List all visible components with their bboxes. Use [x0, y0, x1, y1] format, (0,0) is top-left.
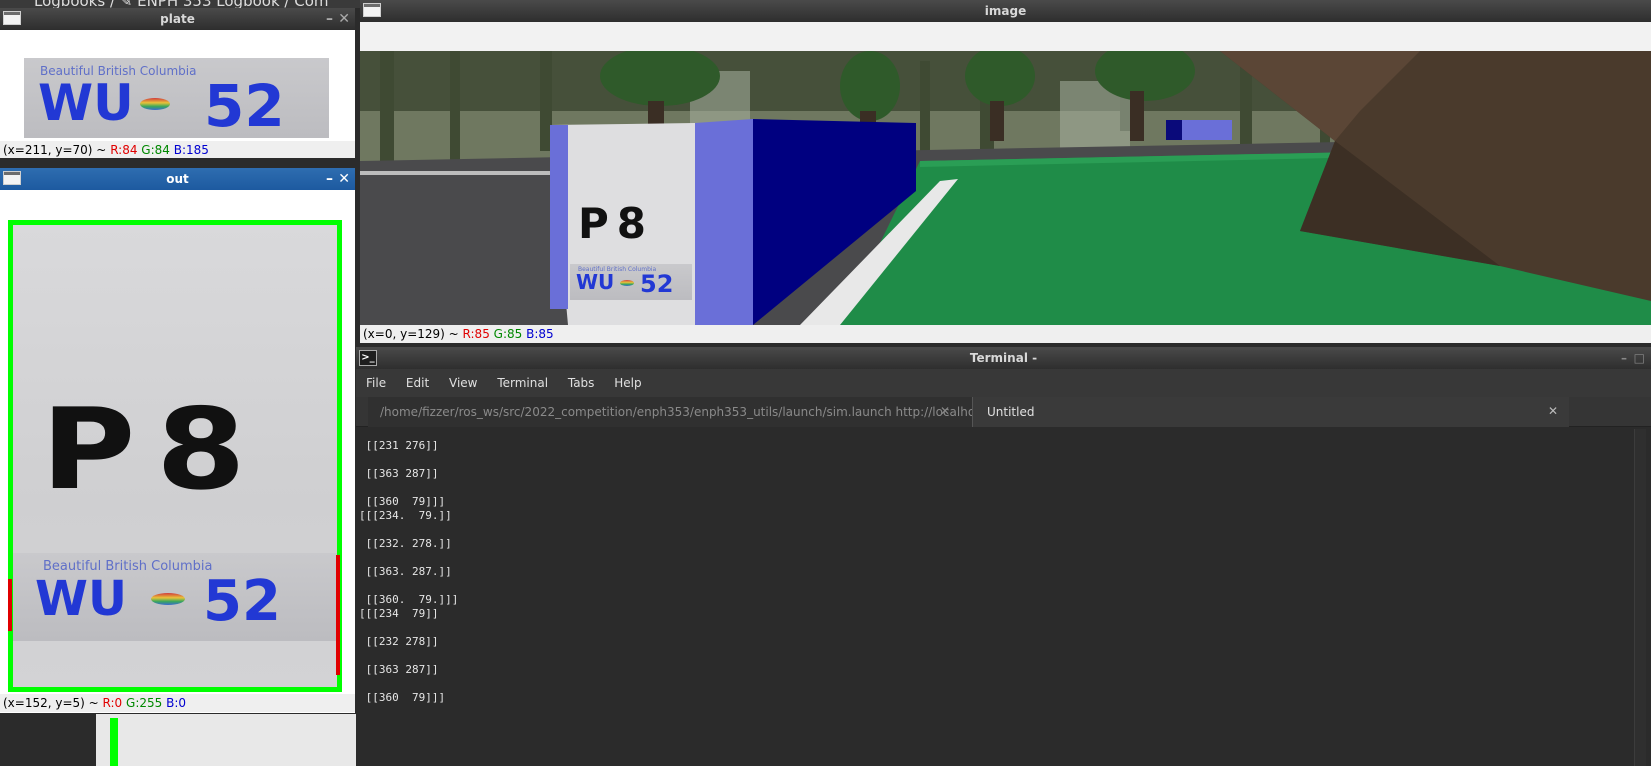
plate-rainbow-icon	[151, 593, 185, 605]
pixel-blue: B:185	[173, 143, 209, 157]
maximize-button[interactable]: □	[1634, 349, 1645, 367]
red-edge-left	[8, 579, 12, 631]
breadcrumb: Logbooks / ✎ ENPH 353 Logbook / Com	[34, 0, 329, 8]
pixel-red: R:0	[102, 696, 123, 710]
red-edge-right	[336, 555, 340, 675]
window-menu-icon[interactable]	[363, 3, 381, 17]
menu-file[interactable]: File	[366, 376, 386, 390]
terminal-tab-bar: /home/fizzer/ros_ws/src/2022_competition…	[356, 397, 1651, 427]
terminal-scrollbar[interactable]	[1634, 429, 1646, 766]
plate-right-text: 52	[203, 569, 281, 634]
pixel-green: G:85	[493, 327, 523, 341]
plate-rainbow-icon	[140, 98, 170, 110]
underlying-window-fragment	[96, 714, 356, 766]
terminal-title: Terminal -	[969, 351, 1038, 365]
terminal-window: >_ Terminal - – □ File Edit View Termina…	[356, 347, 1651, 766]
plate-window: plate – ✕ Beautiful British Columbia WU …	[0, 8, 355, 158]
plate-right-text: 52	[204, 72, 285, 140]
plate-status-bar: (x=211, y=70) ~ R:84 G:84 B:185	[0, 141, 355, 158]
tab-label: Untitled	[987, 405, 1035, 419]
terminal-line: [[231 276]]	[359, 439, 439, 452]
pixel-green: G:84	[141, 143, 170, 157]
image-window-title: image	[984, 4, 1027, 18]
plate-left-text: WU	[38, 74, 134, 132]
terminal-tab-untitled[interactable]: Untitled	[972, 397, 1569, 427]
pixel-blue: B:0	[166, 696, 187, 710]
image-toolbar	[360, 22, 1651, 51]
terminal-line: [[[234. 79.]]	[359, 509, 452, 522]
parking-slot-label: P8	[41, 385, 267, 515]
terminal-menubar: File Edit View Terminal Tabs Help	[356, 369, 1651, 397]
terminal-line: [[[234 79]]	[359, 607, 439, 620]
menu-view[interactable]: View	[449, 376, 477, 390]
pixel-coords: (x=211, y=70) ~	[3, 143, 107, 157]
menu-terminal[interactable]: Terminal	[497, 376, 548, 390]
tab-close-icon[interactable]: ✕	[940, 404, 950, 418]
image-window: image P8 Beautiful British Columbia WU 5…	[360, 0, 1651, 343]
terminal-titlebar[interactable]: >_ Terminal - – □	[356, 347, 1651, 369]
pixel-blue: B:85	[526, 327, 554, 341]
license-plate: Beautiful British Columbia WU 52	[24, 58, 329, 140]
menu-edit[interactable]: Edit	[406, 376, 429, 390]
terminal-tab-sim-launch[interactable]: /home/fizzer/ros_ws/src/2022_competition…	[368, 397, 972, 427]
plate-left-text: WU	[576, 270, 615, 294]
pixel-coords: (x=0, y=129) ~	[363, 327, 459, 341]
plate-right-text: 52	[640, 270, 674, 298]
scene-svg	[360, 51, 1651, 325]
plate-rainbow-icon	[620, 280, 634, 286]
pixel-green: G:255	[126, 696, 163, 710]
pixel-red: R:85	[462, 327, 490, 341]
minimize-button[interactable]: –	[326, 10, 333, 28]
terminal-icon[interactable]: >_	[359, 350, 377, 366]
license-plate: Beautiful British Columbia WU 52	[13, 553, 337, 641]
image-window-titlebar[interactable]: image	[360, 0, 1651, 22]
out-window-titlebar[interactable]: out – ✕	[0, 168, 355, 190]
terminal-line: [[360 79]]]	[359, 495, 446, 508]
background-browser-strip: Logbooks / ✎ ENPH 353 Logbook / Com	[0, 0, 360, 8]
tab-label: /home/fizzer/ros_ws/src/2022_competition…	[380, 405, 972, 419]
warped-plate-image: P8 Beautiful British Columbia WU 52	[8, 220, 342, 692]
terminal-line: [[363 287]]	[359, 663, 439, 676]
window-menu-icon[interactable]	[3, 11, 21, 25]
minimize-button[interactable]: –	[326, 170, 333, 188]
plate-left-text: WU	[35, 571, 127, 627]
out-status-bar: (x=152, y=5) ~ R:0 G:255 B:0	[0, 694, 355, 712]
camera-scene: P8 Beautiful British Columbia WU 52	[360, 51, 1651, 325]
terminal-line: [[232. 278.]]	[359, 537, 452, 550]
terminal-line: [[363 287]]	[359, 467, 439, 480]
pixel-red: R:84	[110, 143, 138, 157]
image-status-bar: (x=0, y=129) ~ R:85 G:85 B:85	[360, 325, 1651, 343]
parking-slot-label: P8	[578, 199, 655, 248]
plate-window-title: plate	[160, 12, 195, 26]
window-menu-icon[interactable]	[3, 171, 21, 185]
menu-tabs[interactable]: Tabs	[568, 376, 595, 390]
out-window: out – ✕ P8 Beautiful British Columbia WU…	[0, 168, 355, 713]
plate-image: Beautiful British Columbia WU 52	[24, 58, 329, 140]
pixel-coords: (x=152, y=5) ~	[3, 696, 99, 710]
terminal-line: [[360 79]]]	[359, 691, 446, 704]
out-window-title: out	[166, 172, 189, 186]
close-button[interactable]: ✕	[338, 10, 350, 28]
minimize-button[interactable]: –	[1621, 349, 1627, 367]
menu-help[interactable]: Help	[614, 376, 641, 390]
close-button[interactable]: ✕	[338, 170, 350, 188]
terminal-output[interactable]: [[231 276]] [[363 287]] [[360 79]]] [[[2…	[359, 439, 1629, 766]
terminal-line: [[360. 79.]]]	[359, 593, 459, 606]
terminal-line: [[363. 287.]]	[359, 565, 452, 578]
tab-close-icon[interactable]: ✕	[1548, 404, 1558, 418]
plate-window-titlebar[interactable]: plate – ✕	[0, 8, 355, 30]
license-plate: Beautiful British Columbia WU 52	[570, 264, 692, 300]
terminal-line: [[232 278]]	[359, 635, 439, 648]
